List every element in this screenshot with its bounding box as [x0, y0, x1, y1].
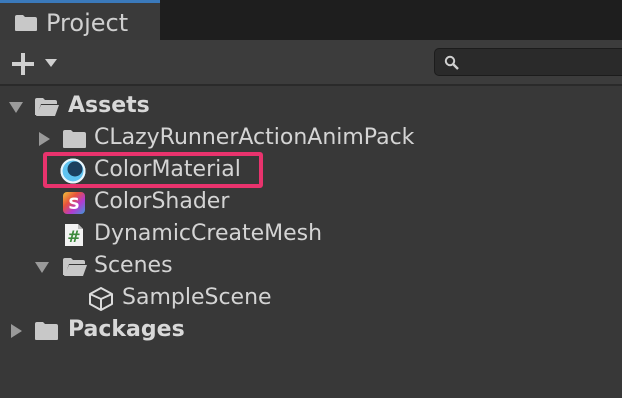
expand-arrow-open-icon[interactable] — [34, 259, 50, 275]
folder-open-icon — [63, 258, 87, 276]
tree-label: Scenes — [94, 253, 173, 278]
expand-arrow-closed-icon[interactable] — [36, 131, 52, 147]
plus-icon — [12, 53, 34, 75]
expand-arrow-open-icon[interactable] — [8, 99, 24, 115]
tree-label: DynamicCreateMesh — [94, 221, 323, 246]
folder-icon — [35, 322, 58, 340]
toolbar — [0, 40, 622, 86]
folder-icon — [15, 15, 37, 31]
project-window: Project Assets CLazyRunnerActionAnimPack… — [0, 0, 622, 398]
search-field[interactable] — [434, 48, 622, 76]
csharp-script-icon: # — [65, 224, 83, 246]
unity-scene-icon — [89, 287, 113, 311]
tree-item-scenes[interactable]: Scenes — [0, 251, 622, 283]
chevron-down-icon — [45, 59, 57, 67]
project-tree: Assets CLazyRunnerActionAnimPack ColorMa… — [0, 86, 622, 398]
tab-label: Project — [46, 9, 129, 37]
shader-glyph: S — [68, 194, 80, 213]
tree-label: CLazyRunnerActionAnimPack — [94, 125, 415, 150]
tree-label: ColorShader — [94, 189, 230, 214]
tree-label: Assets — [68, 93, 150, 118]
shader-icon: S — [63, 192, 85, 214]
tab-project[interactable]: Project — [0, 0, 160, 40]
tree-item-packages[interactable]: Packages — [0, 315, 622, 347]
tab-bar: Project — [0, 0, 622, 40]
tree-item-assets[interactable]: Assets — [0, 91, 622, 123]
folder-open-icon — [35, 98, 59, 116]
expand-arrow-closed-icon[interactable] — [8, 323, 24, 339]
folder-icon — [63, 130, 86, 148]
tree-item-animpack[interactable]: CLazyRunnerActionAnimPack — [0, 123, 622, 155]
script-glyph: # — [67, 227, 80, 246]
tree-label: SampleScene — [122, 285, 272, 310]
tree-label: Packages — [68, 317, 185, 342]
search-input[interactable] — [465, 51, 622, 75]
tree-item-samplescene[interactable]: SampleScene — [0, 283, 622, 315]
selection-highlight — [43, 152, 263, 188]
add-button[interactable] — [10, 49, 64, 77]
tree-item-dynamiccreatemesh[interactable]: # DynamicCreateMesh — [0, 219, 622, 251]
search-icon — [444, 55, 459, 70]
tree-item-colorshader[interactable]: S ColorShader — [0, 187, 622, 219]
